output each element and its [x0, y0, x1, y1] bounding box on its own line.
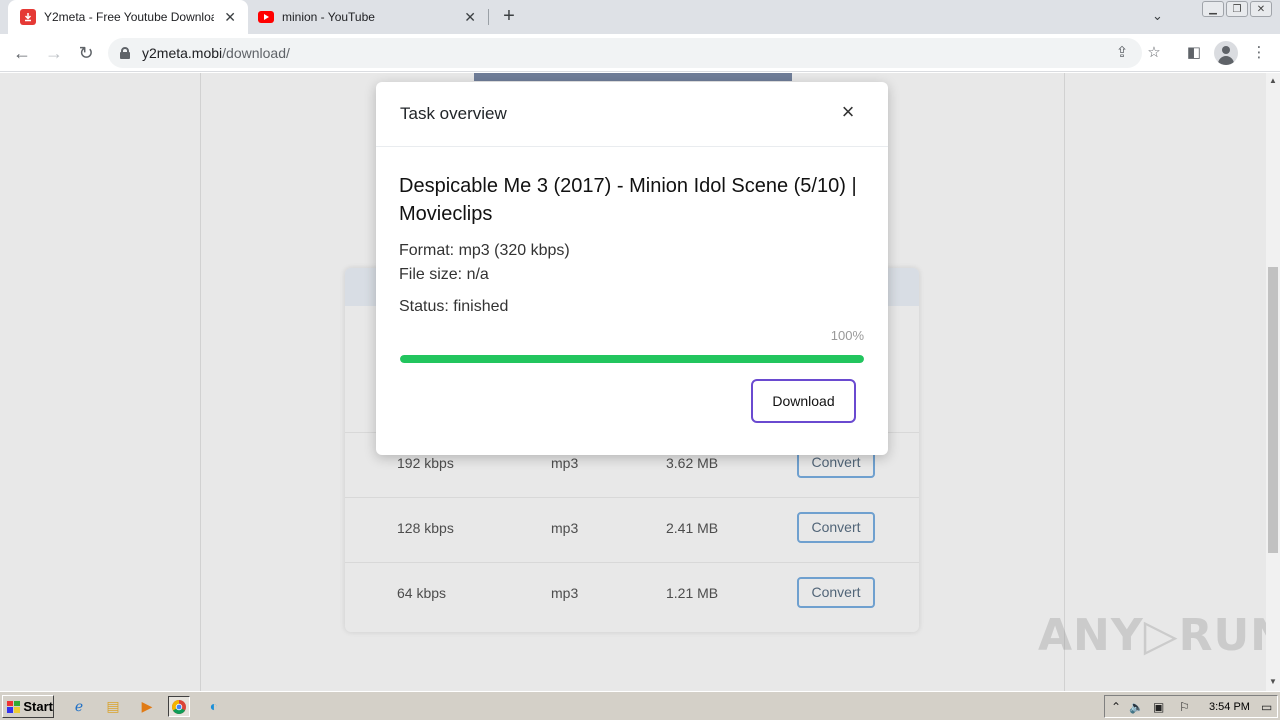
- edge-icon[interactable]: ◐: [203, 696, 225, 717]
- reload-icon[interactable]: ↻: [74, 41, 98, 65]
- browser-toolbar: ← → ↻ y2meta.mobi/download/ ⇪ ☆ ◧ ⋮: [0, 34, 1280, 72]
- scroll-thumb[interactable]: [1268, 267, 1278, 553]
- restore-button[interactable]: ❐: [1226, 1, 1248, 17]
- youtube-icon: [258, 11, 274, 23]
- scroll-up-arrow-icon[interactable]: ▲: [1269, 76, 1277, 85]
- chrome-icon[interactable]: [168, 696, 190, 717]
- minimize-button[interactable]: ▁: [1202, 1, 1224, 17]
- windows-taskbar: Start ℯ ▤ ▶ ◐ ⌃ 🔈 ▣ ⚐ 3:54 PM ▭: [0, 691, 1280, 720]
- profile-avatar-icon[interactable]: [1214, 41, 1238, 65]
- page-viewport: 192 kbps mp3 3.62 MB Convert 128 kbps mp…: [0, 73, 1266, 691]
- modal-header: Task overview ×: [376, 82, 888, 147]
- windows-flag-icon: [7, 700, 21, 713]
- new-tab-button[interactable]: +: [498, 5, 520, 27]
- modal-title: Task overview: [400, 104, 507, 123]
- close-icon[interactable]: ×: [838, 100, 858, 124]
- url-path: /download/: [222, 45, 290, 61]
- url-host: y2meta.mobi: [142, 45, 223, 61]
- start-button[interactable]: Start: [2, 695, 54, 718]
- clock[interactable]: 3:54 PM: [1209, 701, 1250, 713]
- close-tab-icon[interactable]: ✕: [464, 9, 476, 26]
- scroll-down-arrow-icon[interactable]: ▼: [1269, 677, 1277, 686]
- tab-title: Y2meta - Free Youtube Downloader: [44, 10, 214, 24]
- page-scrollbar[interactable]: ▲ ▼: [1266, 73, 1280, 691]
- download-icon: [20, 9, 36, 25]
- show-hidden-icons-icon[interactable]: ⌃: [1111, 700, 1121, 714]
- tab-divider: [488, 9, 489, 25]
- progress-bar: [400, 355, 864, 363]
- video-title: Despicable Me 3 (2017) - Minion Idol Sce…: [399, 175, 857, 225]
- tab-strip: Y2meta - Free Youtube Downloader ✕ minio…: [0, 0, 1280, 34]
- media-player-icon[interactable]: ▶: [136, 696, 158, 717]
- progress-percent: 100%: [830, 328, 864, 343]
- action-center-flag-icon[interactable]: ⚐: [1179, 700, 1190, 714]
- menu-kebab-icon[interactable]: ⋮: [1249, 43, 1269, 61]
- tab-title: minion - YouTube: [282, 10, 375, 24]
- volume-icon[interactable]: 🔈: [1129, 700, 1144, 714]
- download-button[interactable]: Download: [751, 379, 856, 423]
- progress-bar-fill: [400, 355, 864, 363]
- side-panel-icon[interactable]: ◧: [1184, 43, 1204, 61]
- window-controls: ▁ ❐ ✕: [1202, 1, 1272, 17]
- share-icon[interactable]: ⇪: [1112, 43, 1132, 61]
- bookmark-star-icon[interactable]: ☆: [1144, 43, 1164, 61]
- network-icon[interactable]: ▣: [1153, 700, 1164, 714]
- file-size-info: File size: n/a: [399, 266, 489, 283]
- internet-explorer-icon[interactable]: ℯ: [68, 696, 90, 717]
- system-tray: ⌃ 🔈 ▣ ⚐ 3:54 PM ▭: [1104, 695, 1278, 718]
- show-desktop-icon[interactable]: ▭: [1261, 700, 1272, 714]
- tab-search-chevron-icon[interactable]: ⌄: [1152, 8, 1163, 24]
- address-bar[interactable]: y2meta.mobi/download/: [108, 38, 1142, 68]
- forward-arrow-icon[interactable]: →: [42, 41, 66, 65]
- tab-y2meta[interactable]: Y2meta - Free Youtube Downloader ✕: [8, 0, 248, 34]
- close-tab-icon[interactable]: ✕: [224, 9, 236, 26]
- anyrun-watermark: ANY▷RUN: [1038, 610, 1266, 661]
- task-overview-modal: Task overview × Despicable Me 3 (2017) -…: [376, 82, 888, 455]
- tab-youtube[interactable]: minion - YouTube ✕: [248, 0, 488, 34]
- status-info: Status: finished: [399, 298, 509, 315]
- lock-icon[interactable]: [120, 47, 130, 59]
- format-info: Format: mp3 (320 kbps): [399, 242, 570, 259]
- back-arrow-icon[interactable]: ←: [10, 41, 34, 65]
- file-explorer-icon[interactable]: ▤: [102, 696, 124, 717]
- close-window-button[interactable]: ✕: [1250, 1, 1272, 17]
- start-label: Start: [23, 699, 53, 714]
